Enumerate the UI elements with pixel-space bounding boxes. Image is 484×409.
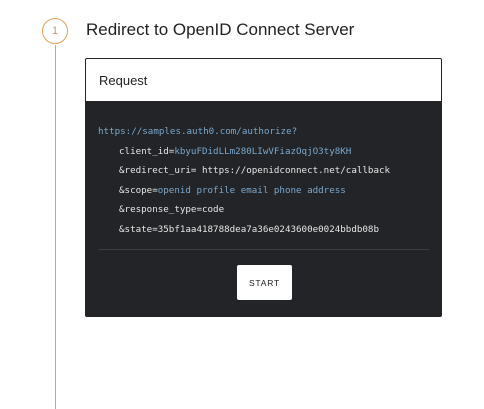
step-number-badge: 1: [42, 18, 68, 44]
request-code-block: https://samples.auth0.com/authorize? cli…: [86, 102, 441, 239]
start-button[interactable]: START: [237, 265, 292, 300]
request-card: Request https://samples.auth0.com/author…: [85, 58, 442, 317]
param-value: 35bf1aa418788dea7a36e0243600e0024bbdb08b: [157, 223, 379, 235]
param-value: kbyuFDidLLm280LIwVFiazOqjO3ty8KH: [174, 145, 352, 157]
authorize-url: https://samples.auth0.com/authorize?: [98, 126, 298, 137]
param-redirect-uri: &redirect_uri= https://openidconnect.net…: [98, 161, 441, 181]
param-key: client_id=: [119, 145, 175, 157]
param-client-id: client_id=kbyuFDidLLm280LIwVFiazOqjO3ty8…: [98, 142, 441, 162]
request-card-header: Request: [86, 59, 441, 102]
param-key: &response_type=: [119, 204, 202, 215]
param-value: code: [201, 204, 225, 215]
param-response-type: &response_type=code: [98, 200, 441, 220]
code-divider: [98, 249, 429, 250]
param-key: &redirect_uri=: [119, 165, 197, 176]
param-key: &state=: [119, 223, 158, 235]
step-title: Redirect to OpenID Connect Server: [86, 20, 355, 39]
param-value: openid profile email phone address: [157, 184, 346, 196]
timeline-line: [55, 45, 56, 409]
param-key: &scope=: [119, 184, 158, 196]
openid-step-page: 1 Redirect to OpenID Connect Server Requ…: [0, 0, 484, 409]
request-url: https://samples.auth0.com/authorize?: [98, 122, 441, 142]
param-value: https://openidconnect.net/callback: [196, 165, 391, 176]
param-scope: &scope=openid profile email phone addres…: [98, 181, 441, 201]
param-state: &state=35bf1aa418788dea7a36e0243600e0024…: [98, 220, 441, 240]
